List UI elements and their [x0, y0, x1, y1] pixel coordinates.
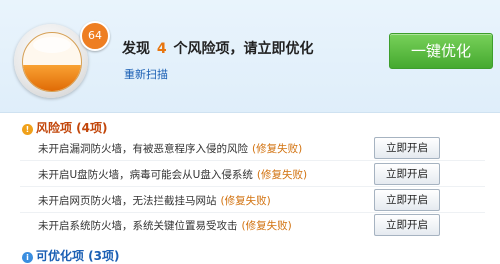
- security-gauge: [14, 24, 88, 98]
- row-divider: [20, 212, 485, 213]
- risk-item-text: 未开启U盘防火墙，病毒可能会从U盘入侵系统: [38, 169, 253, 181]
- optimizable-section-label: 可优化项 (3项): [36, 249, 120, 263]
- gauge-bowl: [22, 32, 82, 92]
- enable-now-button[interactable]: 立即开启: [374, 214, 440, 236]
- risk-row: 未开启网页防火墙，无法拦截挂马网站 (修复失败) 立即开启: [0, 189, 500, 213]
- risk-item-text: 未开启系统防火墙，系统关键位置易受攻击: [38, 220, 238, 232]
- enable-now-button[interactable]: 立即开启: [374, 137, 440, 159]
- one-click-optimize-button[interactable]: 一键优化: [389, 33, 493, 69]
- row-divider: [20, 160, 485, 161]
- risk-item-status: (修复失败): [252, 143, 303, 155]
- risk-section-title: ! 风险项 (4项): [22, 119, 108, 136]
- risk-row: 未开启系统防火墙，系统关键位置易受攻击 (修复失败) 立即开启: [0, 214, 500, 238]
- headline-suffix: 个风险项，请立即优化: [173, 41, 314, 57]
- enable-now-button[interactable]: 立即开启: [374, 163, 440, 185]
- warning-icon: !: [22, 124, 33, 135]
- row-divider: [20, 186, 485, 187]
- scan-headline: 发现 4 个风险项，请立即优化: [122, 38, 314, 58]
- rescan-link[interactable]: 重新扫描: [124, 66, 168, 82]
- risk-item-status: (修复失败): [220, 195, 271, 207]
- risk-item-status: (修复失败): [256, 169, 308, 181]
- enable-now-button[interactable]: 立即开启: [374, 189, 440, 211]
- optimizable-section-title: i 可优化项 (3项): [22, 247, 120, 264]
- risk-row: 未开启U盘防火墙，病毒可能会从U盘入侵系统 (修复失败) 立即开启: [0, 163, 500, 187]
- risk-section-label: 风险项 (4项): [36, 121, 108, 135]
- risk-item-status: (修复失败): [241, 220, 292, 232]
- risk-row: 未开启漏洞防火墙，有被恶意程序入侵的风险 (修复失败) 立即开启: [0, 137, 500, 161]
- info-icon: i: [22, 252, 33, 263]
- score-badge: 64: [80, 21, 110, 51]
- risk-count: 4: [156, 41, 167, 57]
- gauge-gloss: [33, 37, 71, 53]
- scan-summary-panel: 64 发现 4 个风险项，请立即优化 重新扫描 一键优化: [0, 0, 500, 113]
- headline-prefix: 发现: [122, 41, 150, 57]
- gauge-fill-level: [23, 64, 81, 91]
- risk-item-text: 未开启网页防火墙，无法拦截挂马网站: [38, 195, 217, 207]
- risk-item-text: 未开启漏洞防火墙，有被恶意程序入侵的风险: [38, 143, 248, 155]
